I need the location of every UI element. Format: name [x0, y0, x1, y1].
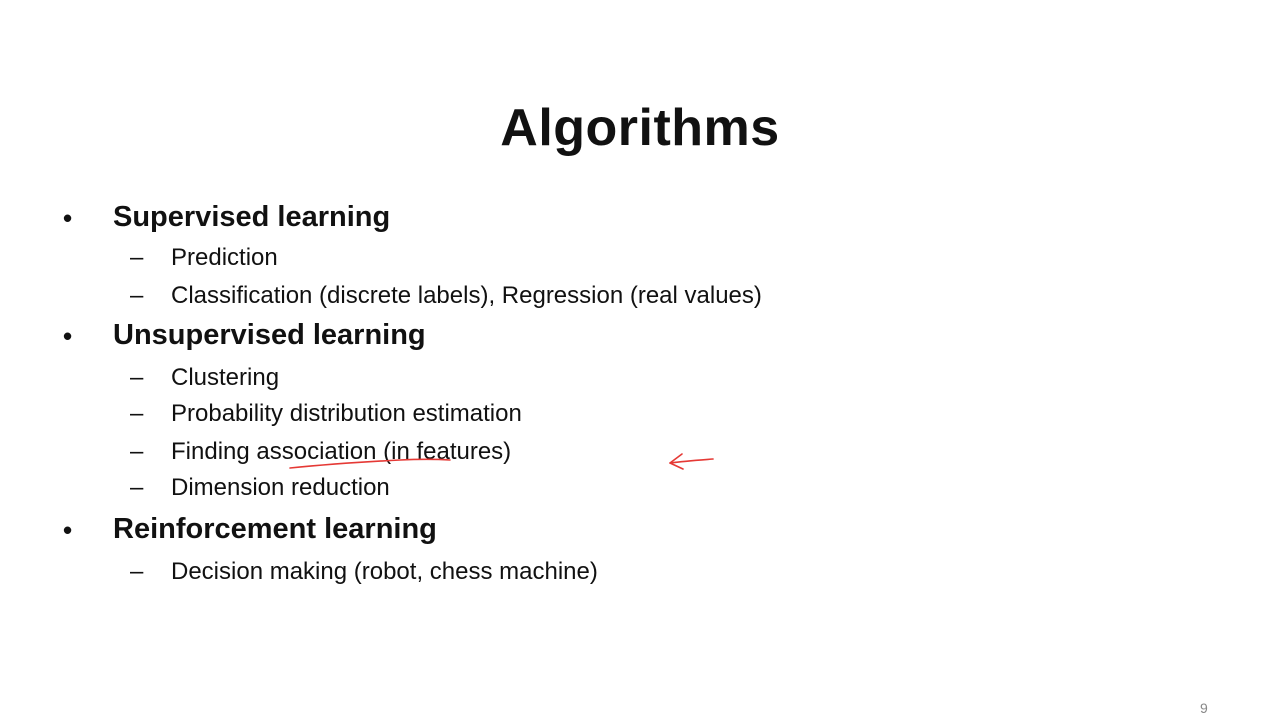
sub-dash: – — [130, 282, 144, 309]
sub-dash: – — [130, 558, 144, 585]
arrow-left-icon — [669, 453, 714, 470]
sub-item-association: Finding association (in features) — [171, 438, 512, 465]
bullet-label-supervised: Supervised learning — [113, 201, 391, 233]
sub-dash: – — [130, 438, 144, 465]
sub-dash: – — [130, 364, 144, 391]
slide-title: Algorithms — [500, 99, 780, 157]
sub-item-probability: Probability distribution estimation — [171, 400, 522, 427]
sub-dash: – — [130, 474, 144, 501]
sub-item-decision: Decision making (robot, chess machine) — [171, 558, 598, 585]
page-number: 9 — [1200, 700, 1208, 716]
bullet-label-reinforcement: Reinforcement learning — [113, 513, 437, 545]
sub-item-prediction: Prediction — [171, 244, 278, 271]
bullet-label-unsupervised: Unsupervised learning — [113, 319, 426, 351]
sub-item-dimension: Dimension reduction — [171, 474, 390, 501]
bullet-dot: • — [63, 321, 73, 351]
sub-dash: – — [130, 244, 144, 271]
sub-item-classification: Classification (discrete labels), Regres… — [171, 282, 762, 309]
sub-item-clustering: Clustering — [171, 364, 280, 391]
sub-dash: – — [130, 400, 144, 427]
slide: Algorithms • Supervised learning – Predi… — [0, 0, 1280, 720]
bullet-dot: • — [63, 515, 73, 545]
bullet-dot: • — [63, 203, 73, 233]
